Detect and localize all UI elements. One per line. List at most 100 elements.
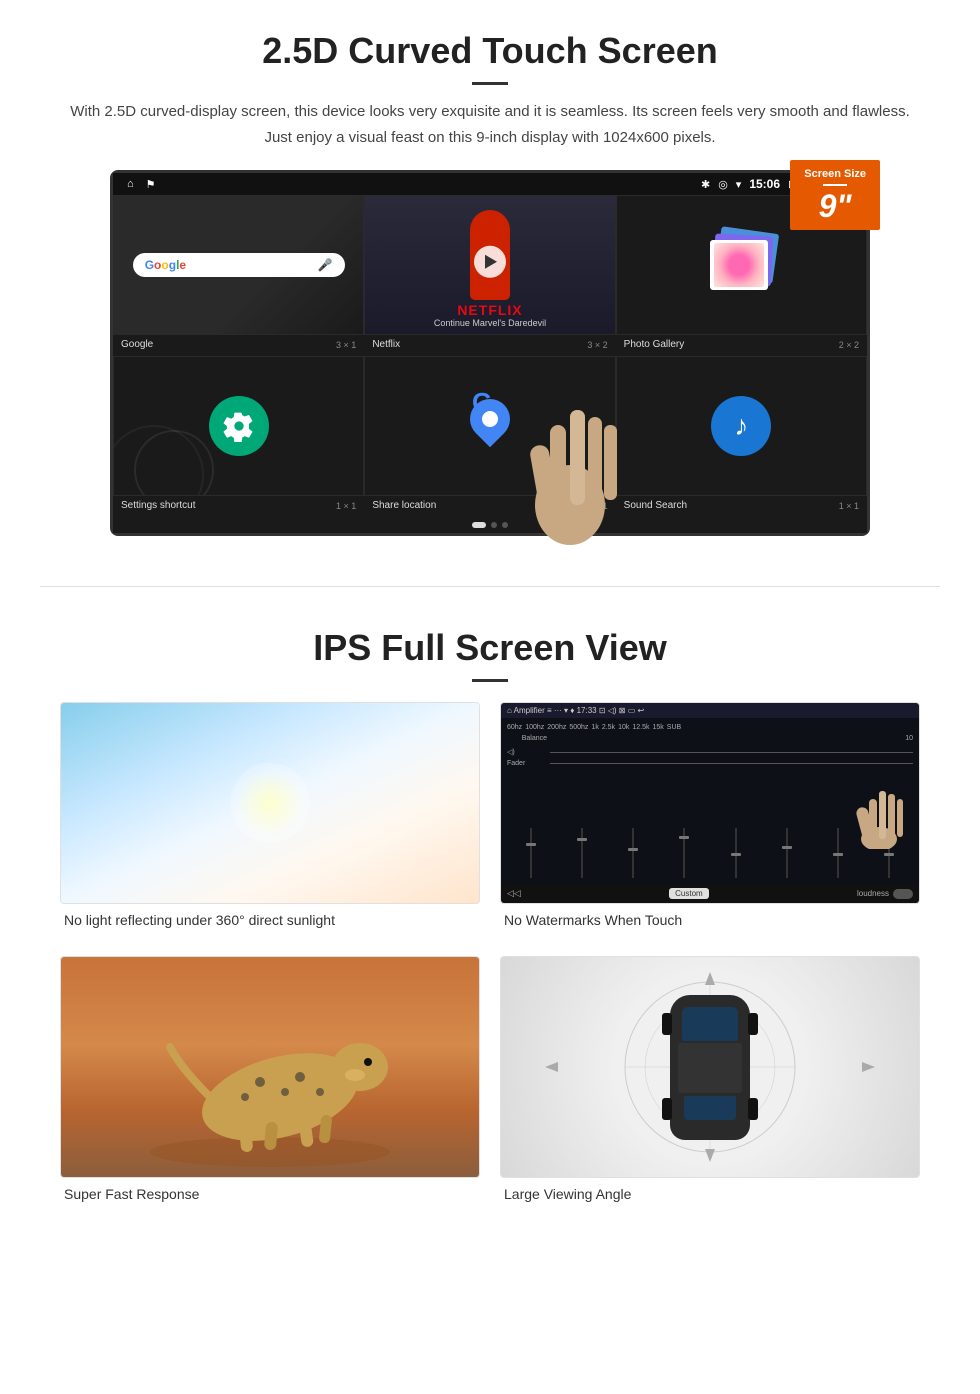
sound-circle: ♪ bbox=[711, 396, 771, 456]
section1-divider bbox=[472, 82, 508, 85]
amp-slider-track-3 bbox=[632, 828, 634, 878]
car-image-card bbox=[500, 956, 920, 1178]
settings-gear-circle bbox=[209, 396, 269, 456]
netflix-content: NETFLIX Continue Marvel's Daredevil bbox=[365, 296, 614, 334]
page-dots bbox=[113, 517, 867, 533]
google-mic-icon[interactable]: 🎤 bbox=[318, 258, 333, 272]
sound-search-tile[interactable]: ♪ bbox=[616, 356, 867, 496]
gallery-size: 2 × 2 bbox=[839, 340, 859, 350]
app-grid-top: Google 🎤 NETFLIX Continue Marv bbox=[113, 195, 867, 335]
share-label: Share location bbox=[372, 500, 436, 511]
amp-balance-line bbox=[550, 752, 913, 753]
device-screen: ⌂ ⚑ ✱ ◎ ▾ 15:06 ⊡ ◁) ⊠ ▭ bbox=[110, 170, 870, 536]
amp-slider-track-7 bbox=[837, 828, 839, 878]
amp-loudness-toggle[interactable] bbox=[893, 889, 913, 899]
amp-thumb-5 bbox=[731, 853, 741, 856]
google-label: Google bbox=[121, 339, 153, 350]
netflix-play-button[interactable] bbox=[474, 246, 506, 278]
sound-size: 1 × 1 bbox=[839, 501, 859, 511]
dot-3 bbox=[502, 522, 508, 528]
amp-thumb-4 bbox=[679, 836, 689, 839]
amp-title: ⌂ Amplifier ≡ ··· ▾ ♦ 17:33 ⊡ ◁) ⊠ ▭ ↩ bbox=[507, 706, 644, 715]
sky-image bbox=[61, 703, 479, 903]
amp-fader-row: Fader bbox=[507, 760, 913, 767]
amp-balance-row: ◁) bbox=[507, 748, 913, 756]
amp-thumb-6 bbox=[782, 846, 792, 849]
car-rear-windshield bbox=[684, 1096, 736, 1120]
car-wheel-rr bbox=[748, 1098, 758, 1120]
amp-body: 60hz100hz200hz500hz1k2.5k10k12.5k15kSUB … bbox=[501, 718, 919, 884]
settings-label: Settings shortcut bbox=[121, 500, 195, 511]
amp-hand-svg bbox=[849, 769, 909, 854]
google-search-bar[interactable]: Google 🎤 bbox=[133, 253, 345, 277]
sunlight-caption: No light reflecting under 360° direct su… bbox=[60, 904, 480, 936]
device-mockup: Screen Size 9" ⌂ ⚑ ✱ ◎ ▾ 15:06 ⊡ ◁) ⊠ bbox=[110, 170, 870, 536]
home-icon[interactable]: ⌂ bbox=[127, 178, 134, 190]
section-ips-view: IPS Full Screen View No light reflecting… bbox=[0, 617, 980, 1240]
section-curved-screen: 2.5D Curved Touch Screen With 2.5D curve… bbox=[0, 0, 980, 556]
music-note-icon: ♪ bbox=[734, 410, 748, 442]
app-label-row-1: Google 3 × 1 Netflix 3 × 2 Photo Gallery… bbox=[113, 335, 867, 356]
amp-slider-group-4 bbox=[683, 828, 685, 878]
car-body bbox=[670, 995, 750, 1140]
amp-loudness: loudness bbox=[857, 889, 913, 899]
gallery-label-cell: Photo Gallery 2 × 2 bbox=[616, 339, 867, 350]
amp-thumb-7 bbox=[833, 853, 843, 856]
share-label-cell: Share location 1 × 1 bbox=[364, 500, 615, 511]
car-card: Large Viewing Angle bbox=[500, 956, 920, 1210]
cheetah-card: Super Fast Response bbox=[60, 956, 480, 1210]
netflix-size: 3 × 2 bbox=[587, 340, 607, 350]
google-app-tile[interactable]: Google 🎤 bbox=[113, 195, 364, 335]
amp-custom-btn[interactable]: Custom bbox=[669, 888, 709, 899]
amp-slider-track-4 bbox=[683, 828, 685, 878]
google-label-cell: Google 3 × 1 bbox=[113, 339, 364, 350]
sound-label-cell: Sound Search 1 × 1 bbox=[616, 500, 867, 511]
amp-slider-group-5 bbox=[735, 828, 737, 878]
sun-glow bbox=[230, 763, 310, 843]
amp-thumb-3 bbox=[628, 848, 638, 851]
amp-slider-track-2 bbox=[581, 828, 583, 878]
settings-app-tile[interactable] bbox=[113, 356, 364, 496]
netflix-label: Netflix bbox=[372, 339, 400, 350]
badge-label: Screen Size bbox=[804, 168, 866, 180]
amp-thumb-2 bbox=[577, 838, 587, 841]
badge-divider bbox=[823, 184, 847, 186]
app-label-row-2: Settings shortcut 1 × 1 Share location 1… bbox=[113, 496, 867, 517]
netflix-app-tile[interactable]: NETFLIX Continue Marvel's Daredevil bbox=[364, 195, 615, 335]
section-divider-line bbox=[40, 586, 940, 587]
amp-slider-group-3 bbox=[632, 828, 634, 878]
car-windshield bbox=[682, 1007, 738, 1041]
photo-card-3 bbox=[710, 240, 768, 290]
amp-slider-track-6 bbox=[786, 828, 788, 878]
cheetah-image bbox=[61, 957, 479, 1177]
sound-label: Sound Search bbox=[624, 500, 687, 511]
amplifier-image-card: ⌂ Amplifier ≡ ··· ▾ ♦ 17:33 ⊡ ◁) ⊠ ▭ ↩ 6… bbox=[500, 702, 920, 904]
badge-size: 9" bbox=[804, 190, 866, 222]
app-grid-bottom: G bbox=[113, 356, 867, 496]
amp-slider-track-1 bbox=[530, 828, 532, 878]
dot-1 bbox=[472, 522, 486, 528]
google-size: 3 × 1 bbox=[336, 340, 356, 350]
image-grid: No light reflecting under 360° direct su… bbox=[60, 702, 920, 1210]
car-wheel-fl bbox=[662, 1013, 672, 1035]
cheetah-caption: Super Fast Response bbox=[60, 1178, 480, 1210]
location-icon: ◎ bbox=[718, 178, 728, 191]
section2-divider bbox=[472, 679, 508, 682]
amp-fader-line bbox=[550, 763, 913, 764]
dot-2 bbox=[491, 522, 497, 528]
section1-description: With 2.5D curved-display screen, this de… bbox=[60, 99, 920, 150]
gear-icon bbox=[223, 410, 255, 442]
car-wheel-rl bbox=[662, 1098, 672, 1120]
screen-size-badge: Screen Size 9" bbox=[790, 160, 880, 230]
netflix-subtitle: Continue Marvel's Daredevil bbox=[373, 318, 606, 328]
amp-caption: No Watermarks When Touch bbox=[500, 904, 920, 936]
netflix-label-cell: Netflix 3 × 2 bbox=[364, 339, 615, 350]
share-size: 1 × 1 bbox=[587, 501, 607, 511]
settings-label-cell: Settings shortcut 1 × 1 bbox=[113, 500, 364, 511]
sunlight-card: No light reflecting under 360° direct su… bbox=[60, 702, 480, 936]
amp-slider-group-2 bbox=[581, 828, 583, 878]
google-g-letter: G bbox=[472, 387, 492, 418]
section2-title: IPS Full Screen View bbox=[60, 627, 920, 669]
flower-image bbox=[714, 243, 764, 287]
share-location-tile[interactable]: G bbox=[364, 356, 615, 496]
